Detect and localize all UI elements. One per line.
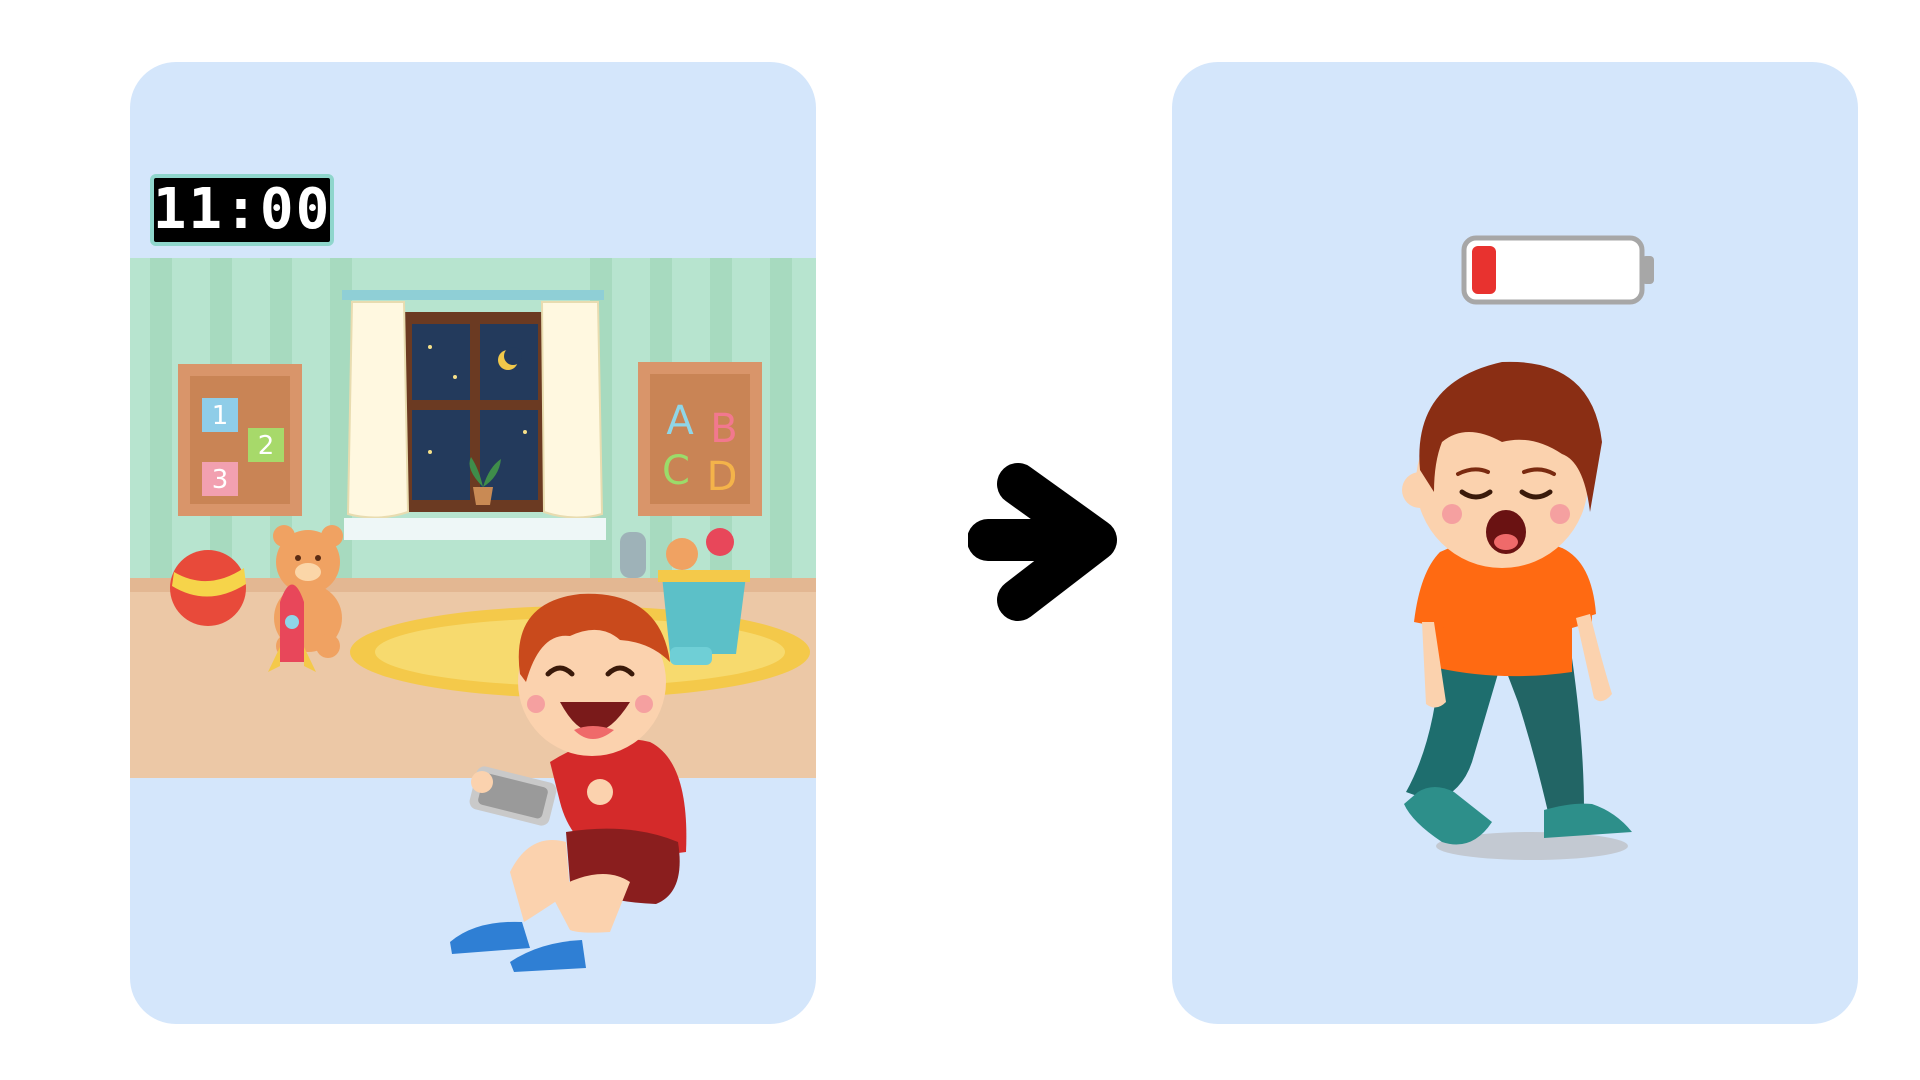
- board-letter-b: B: [710, 406, 737, 452]
- number-board: 1 2 3: [178, 364, 302, 516]
- battery-level-fill: [1472, 246, 1496, 294]
- ball-icon: [170, 550, 246, 626]
- board-letter-c: C: [662, 448, 690, 494]
- tired-boy: [1402, 361, 1632, 845]
- board-number-2: 2: [258, 431, 275, 461]
- board-number-1: 1: [212, 401, 229, 431]
- letter-board: A B C D: [638, 362, 762, 516]
- arrow-right-icon: [968, 463, 1117, 621]
- right-panel-tired: [1172, 62, 1858, 1024]
- board-number-3: 3: [212, 465, 229, 495]
- left-panel-playing: 11:00 1 2 3 A B C D: [130, 62, 816, 1024]
- board-letter-a: A: [666, 398, 694, 444]
- window-icon: [342, 290, 606, 540]
- board-letter-d: D: [707, 454, 738, 500]
- playroom-scene: 1 2 3 A B C D: [130, 258, 816, 972]
- battery-low-icon: [1461, 235, 1654, 305]
